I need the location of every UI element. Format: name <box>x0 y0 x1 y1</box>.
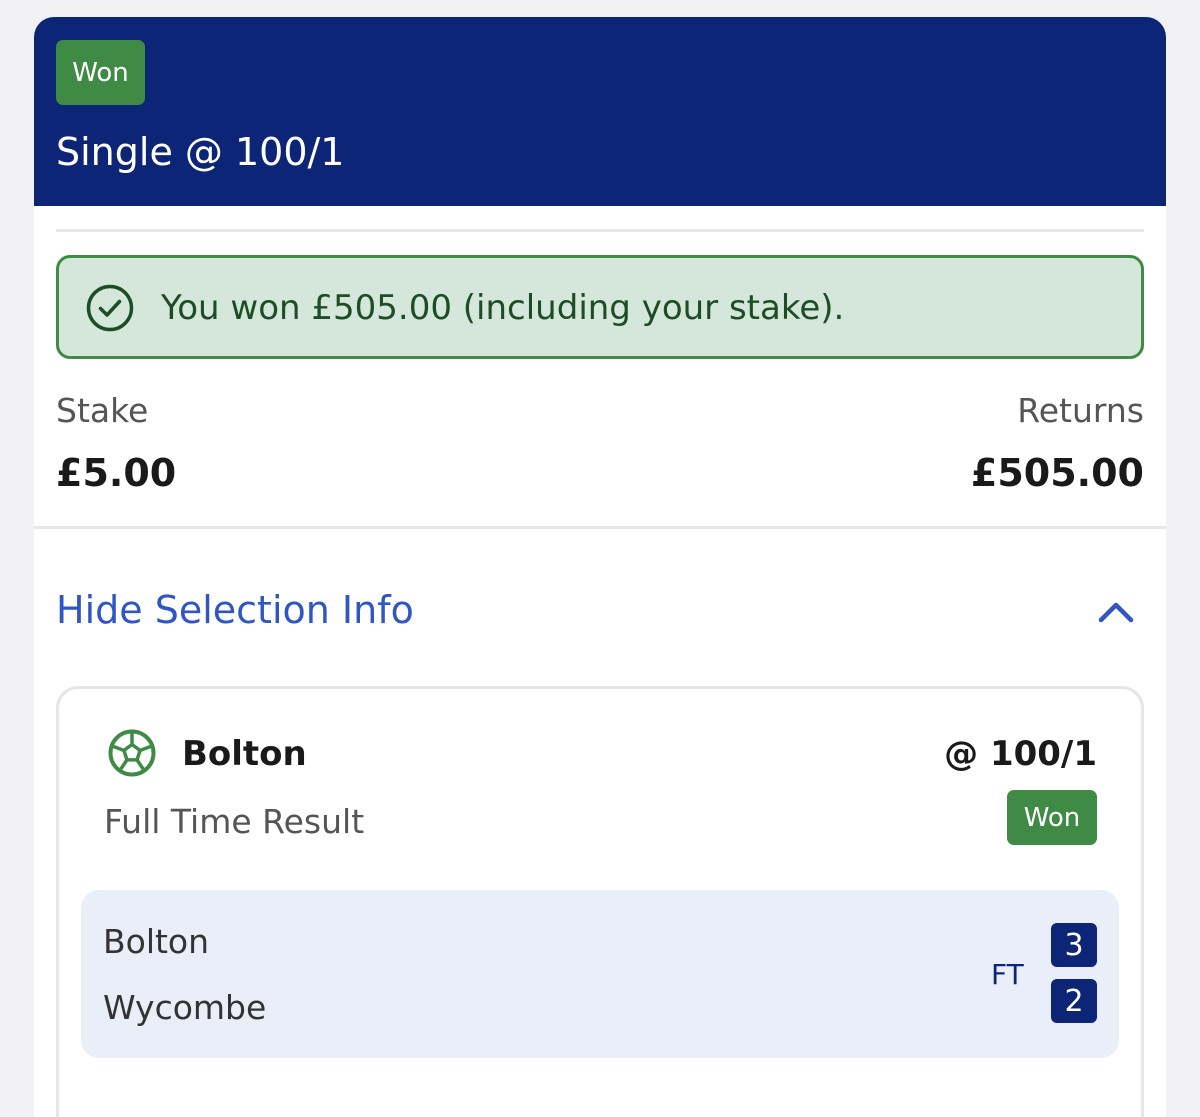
win-message: You won £505.00 (including your stake). <box>161 288 845 328</box>
returns-label: Returns <box>1017 391 1144 430</box>
win-result-banner: You won £505.00 (including your stake). <box>56 255 1144 359</box>
stake-value: £5.00 <box>56 451 177 495</box>
away-score: 2 <box>1051 979 1097 1023</box>
match-score-panel: Bolton Wycombe FT 3 2 <box>81 890 1119 1058</box>
stake-label: Stake <box>56 391 149 430</box>
section-divider <box>34 526 1166 529</box>
match-status-label: FT <box>991 958 1024 991</box>
returns-value: £505.00 <box>970 451 1144 495</box>
selection-card: Bolton @ 100/1 Full Time Result Won Bolt… <box>56 686 1144 1117</box>
hide-selection-info-link[interactable]: Hide Selection Info <box>56 582 414 638</box>
selection-odds: @ 100/1 <box>944 734 1097 774</box>
bet-card: Won Single @ 100/1 You won £505.00 (incl… <box>34 17 1166 1117</box>
away-team-name: Wycombe <box>103 988 267 1027</box>
home-team-name: Bolton <box>103 922 210 961</box>
check-circle-icon <box>86 284 134 332</box>
selection-name: Bolton <box>182 734 307 774</box>
football-icon <box>108 729 156 777</box>
market-name: Full Time Result <box>104 802 365 841</box>
chevron-up-icon[interactable] <box>1096 593 1136 629</box>
bet-title: Single @ 100/1 <box>56 130 345 174</box>
selection-won-badge: Won <box>1007 790 1097 845</box>
divider <box>56 229 1144 232</box>
bet-header: Won Single @ 100/1 <box>34 17 1166 206</box>
home-score: 3 <box>1051 923 1097 967</box>
won-status-badge: Won <box>56 40 145 105</box>
